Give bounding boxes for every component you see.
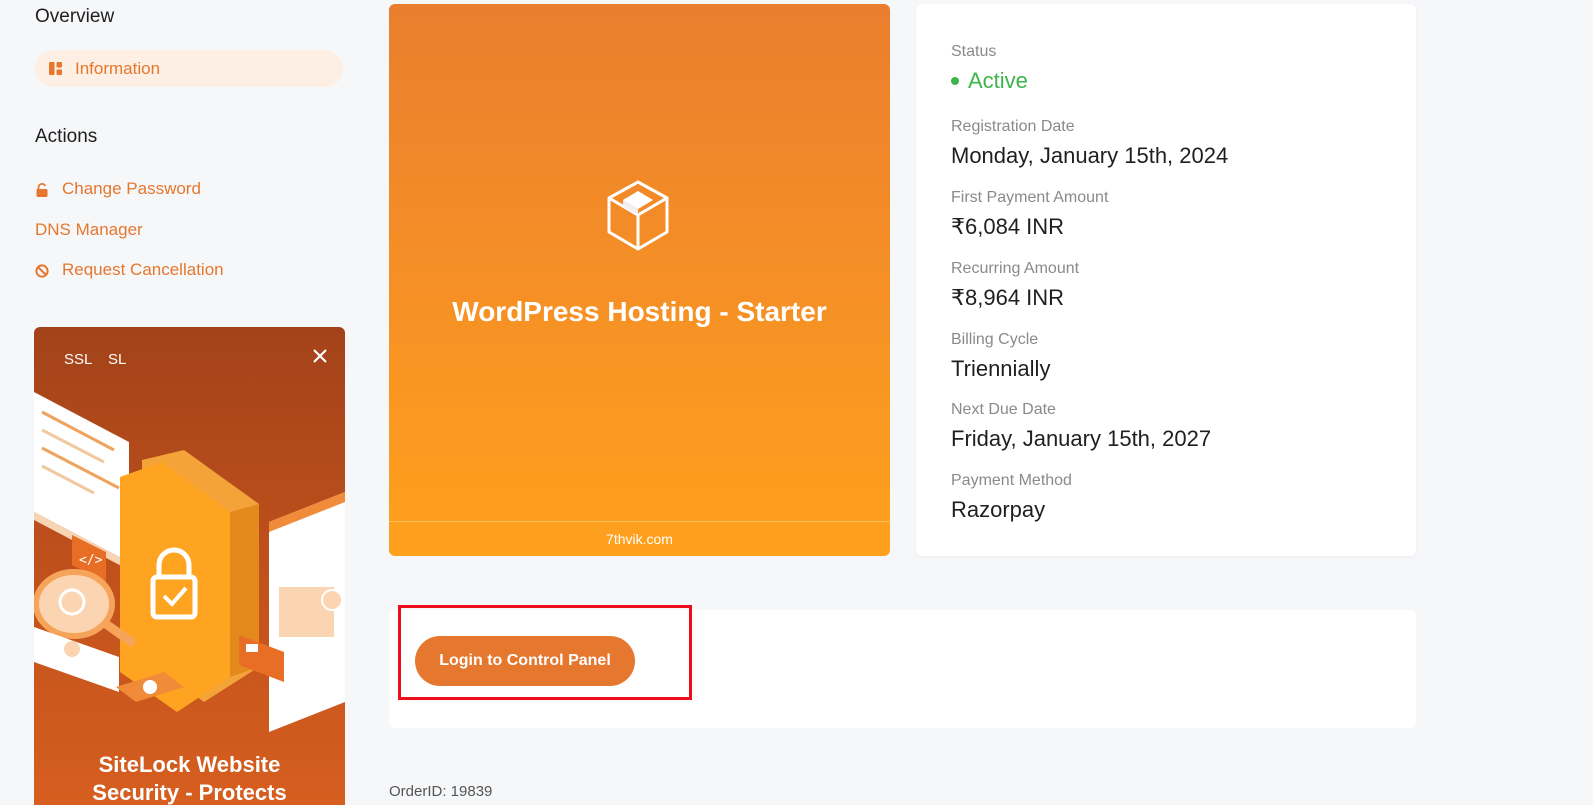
promo-tag-ssl: SSL [64, 351, 93, 368]
status-value: Active [968, 68, 1028, 93]
dns-manager-link[interactable]: DNS Manager [35, 220, 143, 240]
dns-manager-label: DNS Manager [35, 220, 143, 239]
status-label: Status [951, 43, 997, 60]
promo-headline: SiteLock Website Security - Protects [34, 751, 345, 805]
next-due-date-value: Friday, January 15th, 2027 [951, 426, 1212, 451]
request-cancellation-label: Request Cancellation [62, 260, 224, 279]
promo-headline-line-1: SiteLock Website [98, 752, 281, 777]
product-domain[interactable]: 7thvik.com [389, 521, 890, 556]
product-card: WordPress Hosting - Starter 7thvik.com [389, 4, 890, 556]
svg-text:</>: </> [79, 553, 103, 568]
next-due-date-label: Next Due Date [951, 401, 1056, 418]
overview-heading: Overview [35, 6, 115, 27]
security-illustration: </> [34, 392, 345, 732]
product-name: WordPress Hosting - Starter [452, 296, 827, 327]
sidebar-item-label: Information [75, 58, 161, 78]
ban-icon [35, 263, 49, 278]
promo-tag-sl: SL [108, 351, 127, 368]
payment-method-label: Payment Method [951, 472, 1072, 489]
billing-cycle-value: Triennially [951, 356, 1051, 381]
actions-heading: Actions [35, 126, 98, 147]
order-id: OrderID: 19839 [389, 783, 493, 800]
billing-cycle-label: Billing Cycle [951, 331, 1039, 348]
payment-method-value: Razorpay [951, 497, 1046, 522]
next-due-date-field: Next Due Date Friday, January 15th, 2027 [951, 400, 1211, 454]
registration-date-value: Monday, January 15th, 2024 [951, 143, 1229, 168]
change-password-label: Change Password [62, 179, 201, 198]
lock-icon [35, 182, 49, 197]
recurring-amount-value: ₹8,964 INR [951, 285, 1065, 310]
billing-cycle-field: Billing Cycle Triennially [951, 330, 1050, 384]
cube-icon [605, 179, 671, 258]
registration-date-field: Registration Date Monday, January 15th, … [951, 117, 1228, 171]
request-cancellation-link[interactable]: Request Cancellation [35, 260, 224, 280]
dashboard-icon [49, 62, 62, 75]
status-field: Status Active [951, 42, 1028, 96]
registration-date-label: Registration Date [951, 118, 1075, 135]
close-icon[interactable] [311, 347, 329, 365]
status-dot-icon [951, 77, 959, 85]
sidebar-item-information[interactable]: Information [35, 50, 343, 87]
payment-method-field: Payment Method Razorpay [951, 471, 1072, 525]
service-details-card: Status Active Registration Date Monday, … [916, 4, 1416, 556]
highlight-box [398, 605, 692, 700]
first-payment-field: First Payment Amount ₹6,084 INR [951, 188, 1108, 242]
recurring-amount-label: Recurring Amount [951, 260, 1080, 277]
promo-headline-line-2: Security - Protects [92, 780, 287, 805]
first-payment-label: First Payment Amount [951, 189, 1109, 206]
status-badge: Active [951, 66, 1028, 96]
sitelock-promo-card[interactable]: SSL SL </> SiteLock Website Security - P… [34, 327, 345, 805]
change-password-link[interactable]: Change Password [35, 179, 201, 199]
recurring-amount-field: Recurring Amount ₹8,964 INR [951, 259, 1079, 313]
first-payment-value: ₹6,084 INR [951, 214, 1065, 239]
